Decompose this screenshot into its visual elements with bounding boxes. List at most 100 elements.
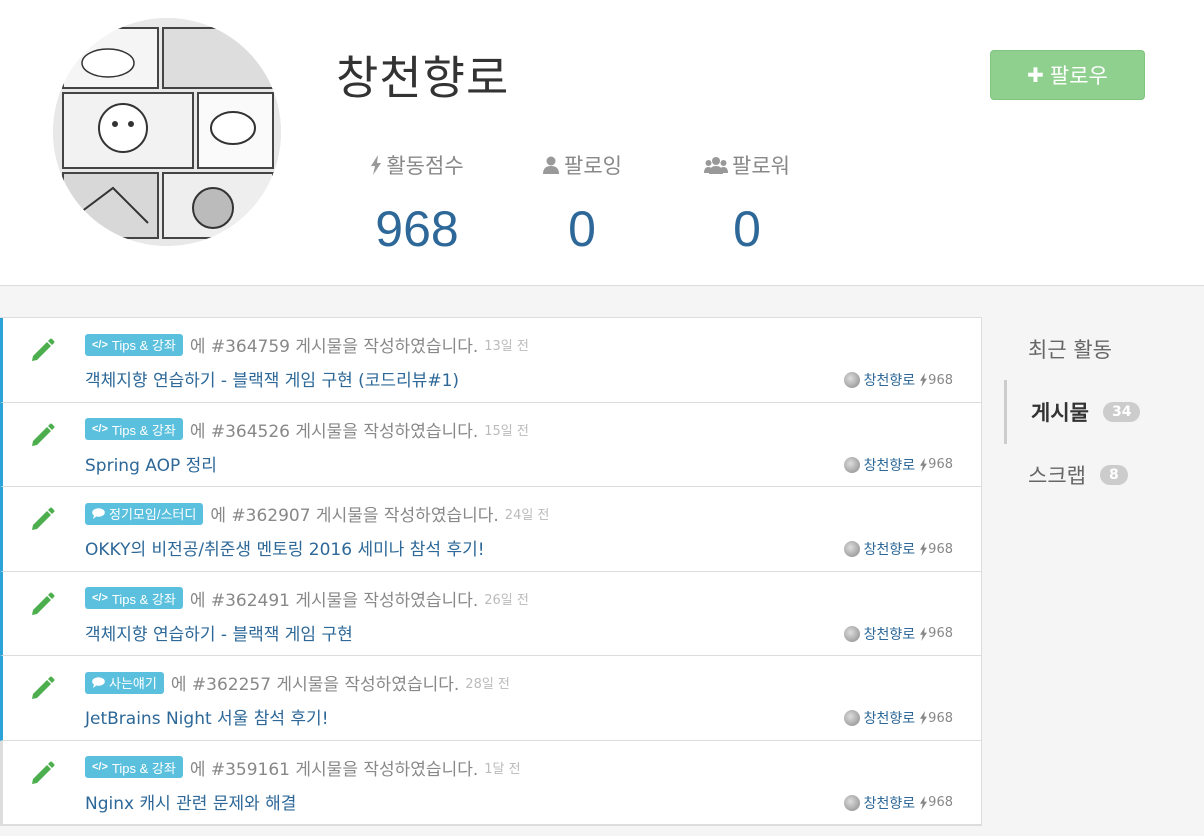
pencil-icon	[32, 338, 55, 361]
activity-description: #362257 게시물을 작성하였습니다.	[191, 675, 460, 695]
avatar-image	[53, 18, 281, 246]
author-info[interactable]: 창천향로 968	[843, 370, 953, 390]
list-item: </> Tips & 강좌 에 #359161 게시물을 작성하였습니다. 1달 …	[0, 740, 981, 825]
avatar	[843, 710, 860, 726]
author-score-value: 968	[928, 710, 953, 726]
lightning-icon	[920, 626, 928, 641]
author-info[interactable]: 창천향로 968	[843, 455, 953, 475]
activity-prefix: 에	[189, 590, 206, 611]
comment-icon	[92, 677, 105, 688]
author-score: 968	[919, 795, 953, 810]
activity-description: #362491 게시물을 작성하였습니다.	[210, 590, 479, 611]
author-score-value: 968	[928, 541, 953, 557]
author-score: 968	[919, 626, 953, 641]
code-icon: </>	[92, 592, 108, 604]
sidebar-item-posts[interactable]: 게시물 34	[1004, 380, 1204, 444]
category-tag-label: Tips & 강좌	[111, 760, 176, 776]
avatar	[843, 541, 860, 557]
activity-text: 에 #364759 게시물을 작성하였습니다.	[190, 332, 478, 357]
activity-prefix: 에	[210, 506, 226, 526]
author-name: 창천향로	[863, 626, 916, 643]
category-tag-label: 사는얘기	[109, 676, 157, 691]
stat-label: 팔로워	[732, 154, 790, 178]
author-name: 창천향로	[863, 457, 916, 474]
author-score-value: 968	[928, 795, 953, 810]
sidebar-item-label: 최근 활동	[1028, 338, 1112, 362]
stat-label: 팔로잉	[564, 154, 622, 178]
count-badge: 8	[1099, 465, 1128, 485]
code-icon: </>	[92, 761, 108, 773]
stat-value: 0	[733, 201, 761, 257]
list-item: </> Tips & 강좌 에 #364759 게시물을 작성하였습니다. 13일…	[0, 318, 981, 403]
activity-time: 13일 전	[484, 339, 529, 354]
code-icon: </>	[92, 423, 108, 435]
count-badge: 34	[1102, 402, 1141, 422]
stat-follower[interactable]: 팔로워 0	[662, 150, 832, 258]
activity-text: 에 #364526 게시물을 작성하였습니다.	[190, 417, 478, 442]
activity-description: #364759 게시물을 작성하였습니다.	[210, 337, 479, 357]
category-tag-label: Tips & 강좌	[111, 591, 176, 607]
author-score-value: 968	[928, 372, 953, 388]
author-info[interactable]: 창천향로 968	[843, 708, 953, 728]
activity-time: 26일 전	[484, 592, 529, 608]
post-title-link[interactable]: Spring AOP 정리	[85, 451, 217, 476]
activity-time: 1달 전	[484, 761, 521, 777]
category-tag-label: 정기모임/스터디	[109, 507, 197, 522]
category-tag-label: Tips & 강좌	[111, 422, 176, 438]
category-tag[interactable]: 정기모임/스터디	[85, 502, 204, 525]
post-title-link[interactable]: OKKY의 비전공/취준생 멘토링 2016 세미나 참석 후기!	[85, 535, 485, 560]
category-tag[interactable]: </> Tips & 강좌	[85, 333, 183, 356]
activity-list: </> Tips & 강좌 에 #364759 게시물을 작성하였습니다. 13일…	[0, 317, 982, 826]
pencil-icon	[32, 761, 55, 784]
list-item: 사는얘기 에 #362257 게시물을 작성하였습니다. 28일 전 JetBr…	[0, 656, 981, 741]
category-tag[interactable]: </> Tips & 강좌	[85, 418, 183, 440]
profile-sidebar: 최근 활동 게시물 34 스크랩 8	[1004, 318, 1204, 506]
avatar	[843, 372, 860, 388]
avatar	[53, 18, 281, 246]
activity-time: 24일 전	[504, 508, 550, 523]
post-title-link[interactable]: JetBrains Night 서울 참석 후기!	[85, 704, 329, 729]
category-tag-label: Tips & 강좌	[111, 338, 176, 353]
avatar	[843, 456, 860, 473]
activity-text: 에 #362491 게시물을 작성하였습니다.	[190, 586, 478, 611]
stat-label: 활동점수	[386, 154, 464, 178]
follow-button-label: 팔로우	[1049, 64, 1108, 88]
profile-header: 창천향로 ✚ 팔로우 활동점수 968 팔로잉 0 팔로워 0	[0, 0, 1204, 286]
pencil-icon	[32, 423, 55, 446]
activity-time: 15일 전	[484, 423, 529, 439]
comment-icon	[92, 508, 105, 519]
pencil-icon	[32, 507, 55, 530]
avatar	[843, 794, 860, 811]
sidebar-item-scraps[interactable]: 스크랩 8	[1004, 444, 1204, 506]
author-info[interactable]: 창천향로 968	[843, 624, 953, 644]
category-tag[interactable]: </> Tips & 강좌	[85, 756, 183, 778]
activity-description: #362907 게시물을 작성하였습니다.	[231, 506, 499, 526]
activity-prefix: 에	[189, 759, 206, 780]
post-title-link[interactable]: Nginx 캐시 관련 문제와 해결	[85, 789, 296, 814]
follow-button[interactable]: ✚ 팔로우	[990, 50, 1145, 100]
category-tag[interactable]: 사는얘기	[85, 671, 164, 694]
pencil-icon	[32, 676, 55, 699]
stat-following[interactable]: 팔로잉 0	[497, 150, 667, 258]
stat-activity-score: 활동점수 968	[332, 150, 502, 258]
author-info[interactable]: 창천향로 968	[843, 539, 953, 559]
users-icon	[704, 157, 729, 174]
sidebar-item-recent-activity[interactable]: 최근 활동	[1004, 318, 1204, 380]
author-name: 창천향로	[863, 373, 916, 389]
plus-icon: ✚	[1027, 63, 1044, 87]
activity-description: #364526 게시물을 작성하였습니다.	[210, 421, 479, 442]
activity-text: 에 #362257 게시물을 작성하였습니다.	[171, 670, 459, 695]
lightning-icon	[920, 795, 928, 810]
stat-value: 968	[375, 201, 459, 257]
post-title-link[interactable]: 객체지향 연습하기 - 블랙잭 게임 구현	[85, 620, 353, 645]
lightning-icon	[371, 155, 382, 175]
author-name: 창천향로	[863, 711, 916, 727]
activity-prefix: 에	[189, 337, 206, 357]
sidebar-item-label: 게시물	[1031, 401, 1089, 425]
activity-prefix: 에	[170, 675, 187, 695]
post-title-link[interactable]: 객체지향 연습하기 - 블랙잭 게임 구현 (코드리뷰#1)	[85, 366, 459, 391]
author-info[interactable]: 창천향로 968	[843, 793, 953, 813]
category-tag[interactable]: </> Tips & 강좌	[85, 587, 183, 609]
author-name: 창천향로	[863, 542, 916, 558]
author-score: 968	[919, 373, 953, 388]
